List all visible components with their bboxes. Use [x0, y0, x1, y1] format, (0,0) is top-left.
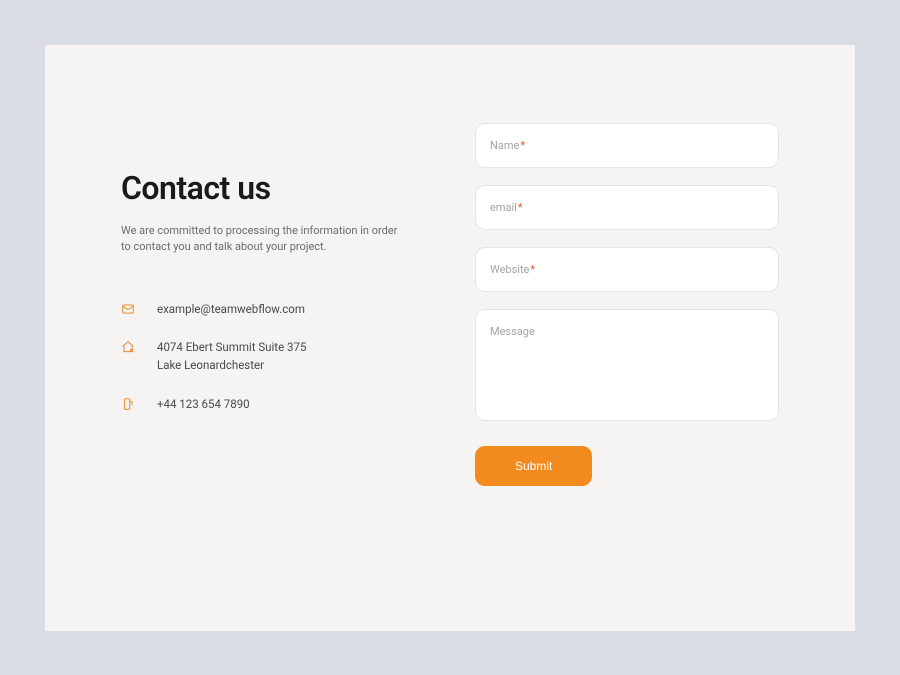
page-title: Contact us	[121, 169, 425, 207]
name-placeholder: Name	[490, 139, 519, 152]
contact-address-item: 4074 Ebert Summit Suite 375 Lake Leonard…	[121, 338, 425, 375]
email-field[interactable]: email*	[475, 185, 779, 230]
required-marker: *	[518, 201, 523, 214]
contact-info-column: Contact us We are committed to processin…	[121, 123, 425, 571]
contact-email-text: example@teamwebflow.com	[157, 300, 305, 318]
contact-info-list: example@teamwebflow.com 4074 Ebert Summi…	[121, 300, 425, 414]
mail-icon	[121, 301, 135, 315]
address-line-2: Lake Leonardchester	[157, 358, 264, 372]
address-line-1: 4074 Ebert Summit Suite 375	[157, 340, 306, 354]
contact-phone-item: +44 123 654 7890	[121, 395, 425, 413]
name-field[interactable]: Name*	[475, 123, 779, 168]
message-placeholder: Message	[490, 325, 535, 338]
phone-icon	[121, 396, 135, 410]
home-icon	[121, 339, 135, 353]
contact-card: Contact us We are committed to processin…	[45, 45, 855, 631]
message-field[interactable]: Message	[475, 309, 779, 421]
contact-phone-text: +44 123 654 7890	[157, 395, 250, 413]
contact-email-item: example@teamwebflow.com	[121, 300, 425, 318]
page-description: We are committed to processing the infor…	[121, 223, 401, 256]
required-marker: *	[520, 139, 525, 152]
contact-address-text: 4074 Ebert Summit Suite 375 Lake Leonard…	[157, 338, 306, 375]
submit-button[interactable]: Submit	[475, 446, 592, 486]
website-field[interactable]: Website*	[475, 247, 779, 292]
email-placeholder: email	[490, 201, 517, 214]
website-placeholder: Website	[490, 263, 529, 276]
required-marker: *	[530, 263, 535, 276]
contact-form: Name* email* Website* Message Submit	[475, 123, 779, 571]
